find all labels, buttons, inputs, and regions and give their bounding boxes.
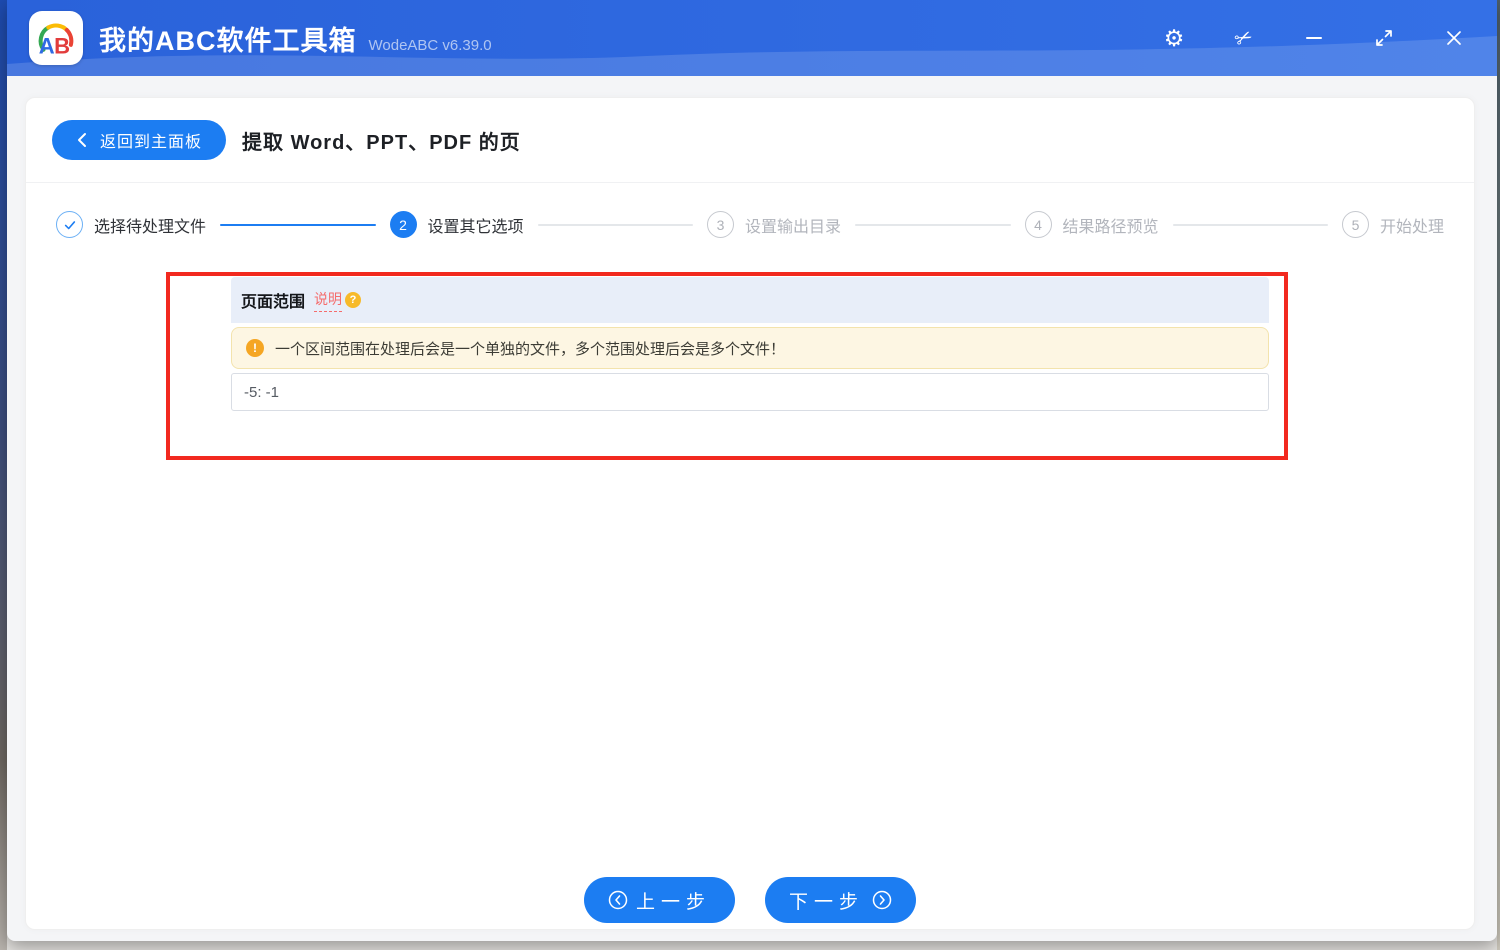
question-mark-icon[interactable]: ? xyxy=(345,292,362,308)
wizard-footer: 上一步 下一步 xyxy=(26,877,1474,923)
step-output-directory[interactable]: 3 设置输出目录 xyxy=(707,211,841,238)
step-connector xyxy=(537,223,693,226)
step-other-options[interactable]: 2 设置其它选项 xyxy=(389,211,524,238)
help-link[interactable]: 说明 xyxy=(314,289,343,312)
circle-chevron-right-icon xyxy=(872,890,892,910)
minimize-icon xyxy=(1306,37,1322,39)
warning-exclamation-icon: ! xyxy=(246,339,264,357)
app-version: WodeABC v6.39.0 xyxy=(368,36,492,54)
warning-text: 一个区间范围在处理后会是一个单独的文件，多个范围处理后会是多个文件！ xyxy=(275,340,786,358)
step-label: 设置输出目录 xyxy=(745,218,842,236)
next-step-label: 下一步 xyxy=(789,891,865,913)
step-start-processing[interactable]: 5 开始处理 xyxy=(1342,211,1444,238)
page-range-section-header: 页面范围 说明 ? xyxy=(231,277,1269,323)
previous-step-label: 上一步 xyxy=(635,891,711,913)
settings-gear-icon[interactable]: ⚙ xyxy=(1153,17,1195,59)
step-connector xyxy=(1172,223,1328,226)
step-label: 开始处理 xyxy=(1380,218,1445,236)
resize-diagonal-icon xyxy=(1376,30,1392,46)
chevron-left-icon xyxy=(78,133,86,147)
step-number-badge: 2 xyxy=(389,211,417,238)
circle-chevron-left-icon xyxy=(608,890,628,910)
step-number-badge: 5 xyxy=(1342,211,1369,238)
previous-step-button[interactable]: 上一步 xyxy=(583,877,735,923)
step-result-preview[interactable]: 4 结果路径预览 xyxy=(1024,211,1159,238)
app-logo: A B xyxy=(29,11,83,65)
app-window: A B 我的ABC软件工具箱 WodeABC v6.39.0 ⚙ ✂ 返回到主面… xyxy=(7,0,1497,941)
abc-logo-icon: A B xyxy=(38,23,74,58)
wizard-stepper: 选择待处理文件 2 设置其它选项 3 设置输出目录 4 结果路径预览 5 开始处… xyxy=(26,183,1474,272)
close-icon xyxy=(1447,31,1461,45)
svg-text:B: B xyxy=(54,33,70,58)
close-button[interactable] xyxy=(1433,17,1475,59)
minimize-button[interactable] xyxy=(1293,17,1335,59)
desktop-edge-left xyxy=(0,0,7,950)
back-button-label: 返回到主面板 xyxy=(100,134,203,151)
step-number-badge: 3 xyxy=(707,211,734,238)
red-annotation-box: 页面范围 说明 ? ! 一个区间范围在处理后会是一个单独的文件，多个范围处理后会… xyxy=(166,272,1288,460)
step-number-badge: 4 xyxy=(1024,211,1052,238)
page-range-input[interactable] xyxy=(231,373,1269,411)
svg-text:A: A xyxy=(39,33,55,58)
back-to-dashboard-button[interactable]: 返回到主面板 xyxy=(52,120,227,160)
resize-button[interactable] xyxy=(1363,17,1405,59)
card-header: 返回到主面板 提取 Word、PPT、PDF 的页 xyxy=(26,98,1474,183)
app-title: 我的ABC软件工具箱 xyxy=(99,25,357,56)
titlebar: A B 我的ABC软件工具箱 WodeABC v6.39.0 ⚙ ✂ xyxy=(7,0,1497,76)
screenshot-scissors-icon[interactable]: ✂ xyxy=(1223,17,1265,59)
next-step-button[interactable]: 下一步 xyxy=(765,877,917,923)
step-connector xyxy=(855,223,1011,226)
page-range-title: 页面范围 xyxy=(241,294,306,311)
page-title: 提取 Word、PPT、PDF 的页 xyxy=(242,131,521,154)
step-label: 选择待处理文件 xyxy=(94,218,207,236)
desktop: A B 我的ABC软件工具箱 WodeABC v6.39.0 ⚙ ✂ 返回到主面… xyxy=(0,0,1500,950)
step-label: 设置其它选项 xyxy=(427,218,524,236)
step-done-check-icon xyxy=(56,211,83,238)
content-card: 返回到主面板 提取 Word、PPT、PDF 的页 选择待处理文件 2 设置其它… xyxy=(25,97,1475,930)
step-connector xyxy=(220,223,376,226)
step-label: 结果路径预览 xyxy=(1062,218,1159,236)
step-select-files[interactable]: 选择待处理文件 xyxy=(56,211,206,238)
titlebar-actions: ⚙ ✂ xyxy=(1153,17,1497,59)
warning-banner: ! 一个区间范围在处理后会是一个单独的文件，多个范围处理后会是多个文件！ xyxy=(231,327,1269,369)
